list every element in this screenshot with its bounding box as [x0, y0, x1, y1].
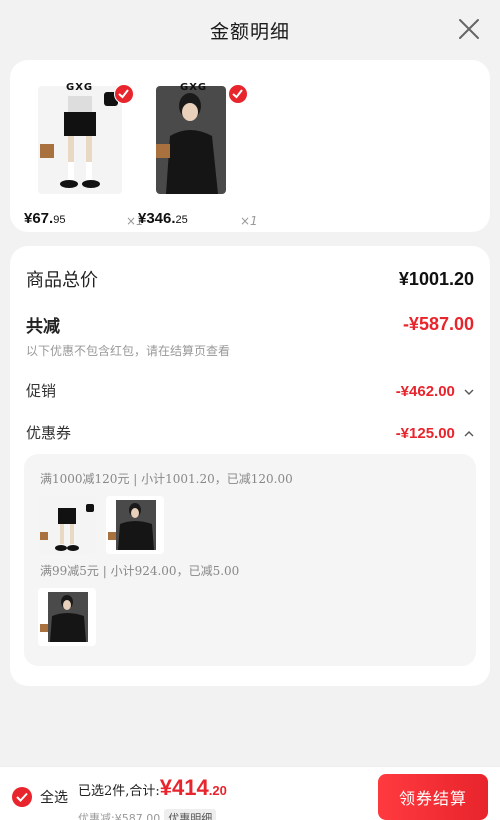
product-image	[38, 86, 122, 194]
product-price: ¥346.25	[138, 210, 188, 227]
saved-text: 优惠减:¥587.00	[78, 812, 161, 820]
check-icon[interactable]	[114, 84, 134, 104]
coupon-value: -¥125.00	[395, 425, 455, 442]
total-label: 商品总价	[26, 270, 98, 291]
total-cents: .20	[208, 783, 227, 798]
total-value: ¥1001.20	[398, 268, 474, 289]
promo-value: -¥462.00	[395, 383, 455, 400]
coupon-product-thumb	[106, 496, 164, 554]
close-icon[interactable]	[456, 16, 482, 42]
total-amount: ¥414	[159, 775, 209, 800]
product-price: ¥67.95	[24, 210, 66, 227]
check-icon[interactable]	[12, 787, 32, 807]
check-icon[interactable]	[228, 84, 248, 104]
total-row: 商品总价 ¥1001.20	[26, 266, 474, 292]
coupon-product-thumb	[38, 496, 96, 554]
discount-value: -¥587.00	[402, 314, 474, 334]
product-image	[156, 86, 226, 194]
promo-label: 促销	[26, 382, 57, 400]
brand-logo: GXG	[66, 82, 94, 93]
discount-row: 共减 -¥587.00	[26, 312, 474, 337]
chevron-up-icon[interactable]	[464, 429, 474, 439]
coupon-breakdown: 满1000减120元 | 小计1001.20，已减120.00 满99减5元 |…	[24, 454, 476, 666]
product-quantity: ×1	[240, 214, 258, 228]
amount-detail-card: 商品总价 ¥1001.20 共减 -¥587.00 以下优惠不包含红包，请在结算…	[10, 246, 490, 686]
coupon-row[interactable]: 优惠券 -¥125.00	[26, 422, 474, 443]
coupon-product-thumb	[38, 588, 96, 646]
discount-note: 以下优惠不包含红包，请在结算页查看	[26, 344, 231, 358]
promo-amount: -¥462.00	[396, 381, 474, 400]
select-all-toggle[interactable]: 全选	[12, 787, 68, 807]
brand-logo: GXG	[180, 82, 208, 93]
page-title: 金额明细	[209, 20, 290, 43]
coupon-group-desc: 满1000减120元 | 小计1001.20，已减120.00	[40, 472, 293, 486]
products-card: GXG ¥67.95 ×1 GXG ¥346.25 ×1	[10, 60, 490, 232]
discount-detail-button[interactable]: 优惠明细	[164, 809, 217, 820]
select-all-label: 全选	[40, 790, 68, 806]
coupon-amount: -¥125.00	[396, 423, 474, 442]
chevron-down-icon[interactable]	[464, 387, 474, 397]
header: 金额明细	[0, 0, 500, 60]
checkout-button[interactable]: 领券结算	[378, 774, 488, 820]
order-summary: 已选2件,合计:¥414.20 优惠减:¥587.00 优惠明细	[78, 775, 227, 820]
coupon-group-desc: 满99减5元 | 小计924.00，已减5.00	[40, 564, 240, 578]
discount-label: 共减	[26, 317, 60, 337]
saved-line: 优惠减:¥587.00 优惠明细	[78, 809, 217, 820]
selected-text: 已选2件,合计:	[78, 784, 160, 799]
checkout-bar: 全选 已选2件,合计:¥414.20 优惠减:¥587.00 优惠明细 领券结算	[0, 766, 500, 820]
coupon-label: 优惠券	[26, 424, 72, 442]
promo-row[interactable]: 促销 -¥462.00	[26, 380, 474, 401]
